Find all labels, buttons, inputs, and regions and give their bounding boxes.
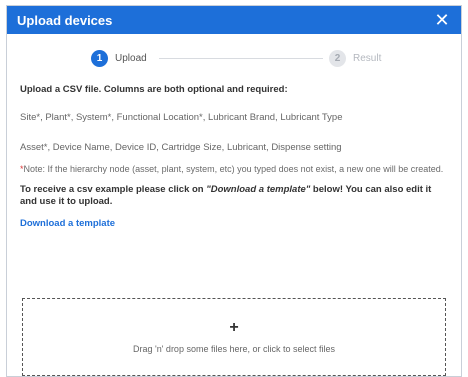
step-upload: 1 Upload <box>91 50 147 67</box>
step-label: Upload <box>115 53 147 64</box>
dropzone-text: Drag 'n' drop some files here, or click … <box>132 344 336 354</box>
intro-text: Upload a CSV file. Columns are both opti… <box>20 84 288 95</box>
dialog-header: Upload devices ✕ <box>7 6 461 34</box>
dialog-title: Upload devices <box>17 12 113 28</box>
step-result: 2 Result <box>329 50 381 67</box>
close-icon[interactable]: ✕ <box>433 11 451 29</box>
file-dropzone[interactable]: + Drag 'n' drop some files here, or clic… <box>22 298 446 376</box>
hierarchy-note: *Note: If the hierarchy node (asset, pla… <box>20 164 448 175</box>
plus-icon: + <box>229 319 239 336</box>
step-number-badge: 1 <box>91 50 108 67</box>
step-number-badge: 2 <box>329 50 346 67</box>
stepper-connector <box>159 58 323 59</box>
download-template-link[interactable]: Download a template <box>20 218 448 230</box>
upload-devices-dialog: Upload devices ✕ 1 Upload 2 Result Uploa… <box>6 5 462 377</box>
template-prefix: To receive a csv example please click on <box>20 184 207 195</box>
stepper: 1 Upload 2 Result <box>7 34 461 84</box>
step-label: Result <box>353 53 382 64</box>
template-instructions: To receive a csv example please click on… <box>20 184 448 208</box>
note-text: Note: If the hierarchy node (asset, plan… <box>23 164 444 174</box>
dialog-content: Upload a CSV file. Columns are both opti… <box>7 84 461 230</box>
columns-line-1: Site*, Plant*, System*, Functional Locat… <box>20 112 343 123</box>
columns-line-2: Asset*, Device Name, Device ID, Cartridg… <box>20 142 342 153</box>
template-emphasis: "Download a template" <box>206 184 311 195</box>
